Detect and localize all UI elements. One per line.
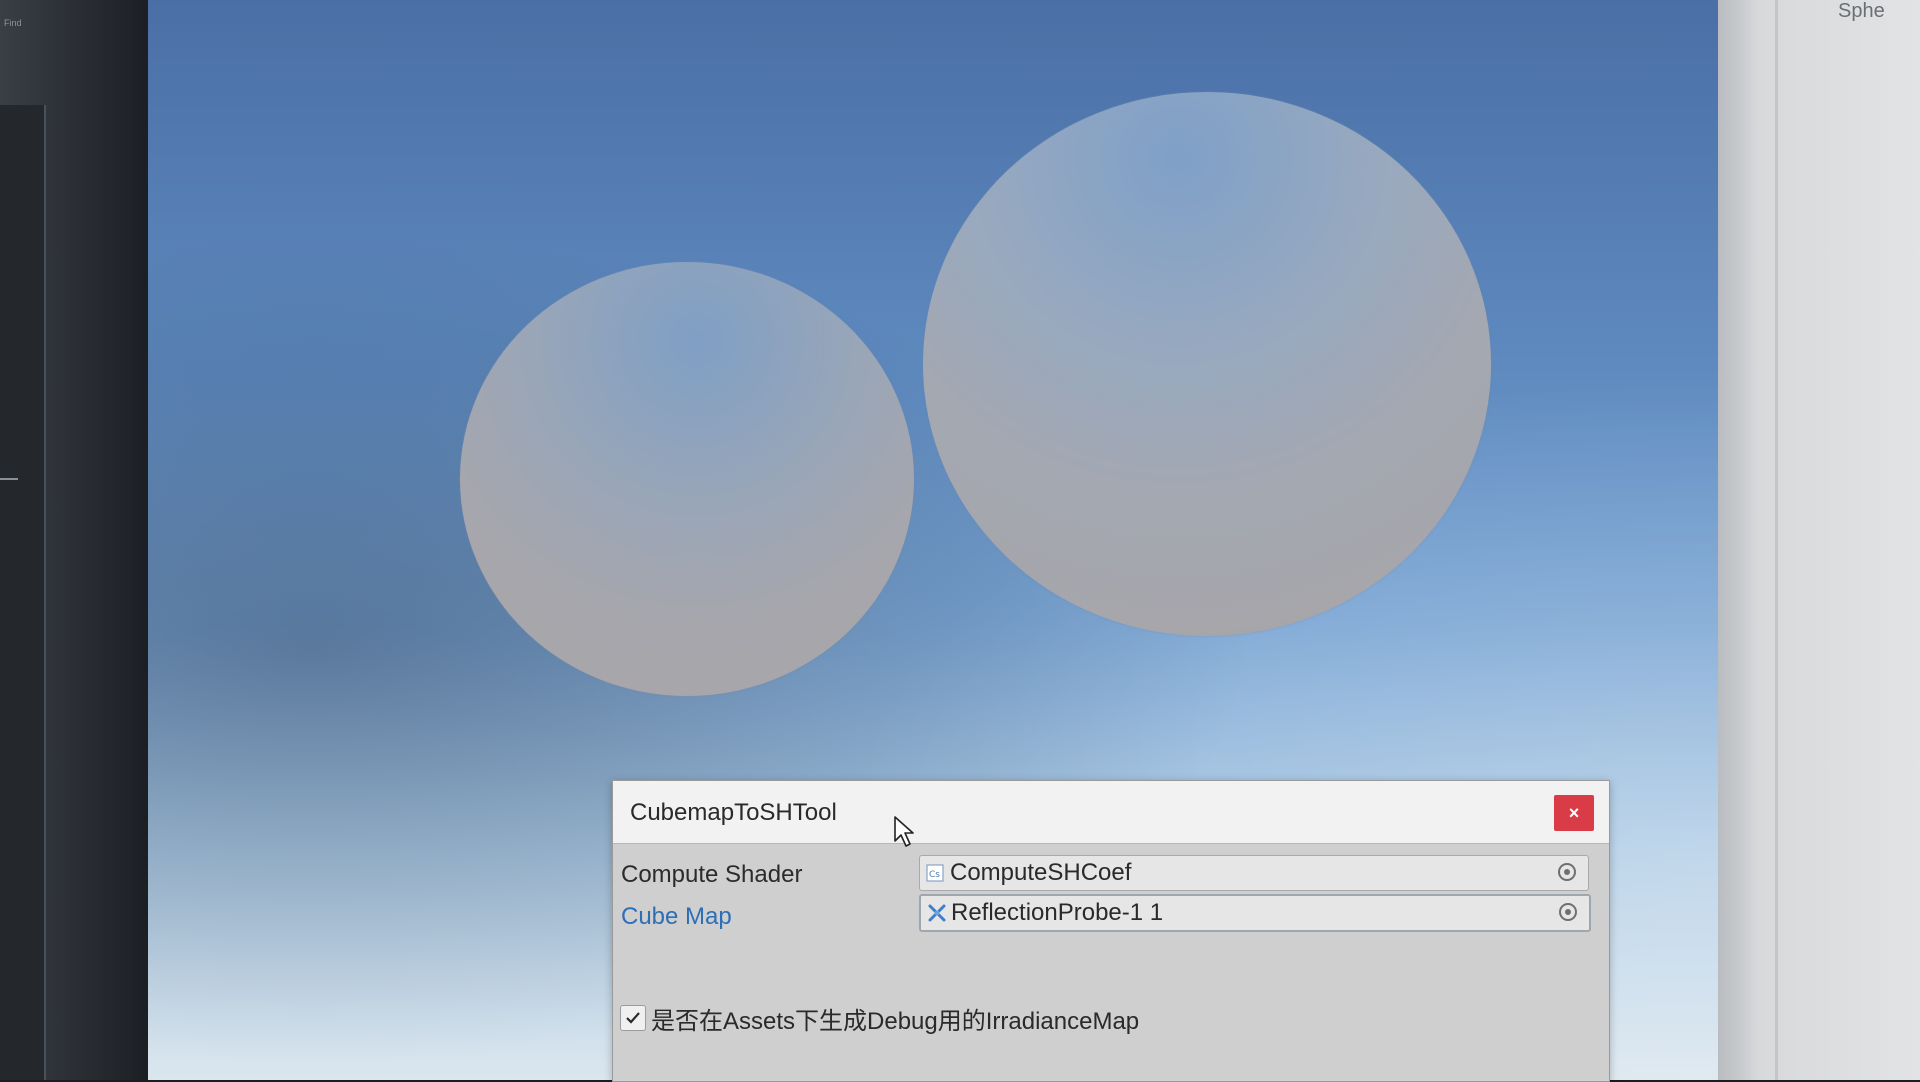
hierarchy-list <box>0 105 46 1080</box>
sphere-large[interactable] <box>923 92 1491 636</box>
close-button[interactable]: × <box>1554 795 1594 831</box>
svg-text:Cs: Cs <box>929 870 940 880</box>
generate-debug-map-checkbox[interactable] <box>620 1005 646 1031</box>
object-picker-icon[interactable] <box>1559 903 1577 921</box>
inspector-header: Sphe <box>1838 0 1885 22</box>
close-icon: × <box>1568 802 1580 823</box>
generate-debug-map-label: 是否在Assets下生成Debug用的IrradianceMap <box>651 1008 1140 1035</box>
inspector-divider[interactable] <box>1775 0 1778 1080</box>
compute-shader-label: Compute Shader <box>621 861 803 888</box>
checkmark-icon <box>626 1012 640 1024</box>
cubemap-to-sh-tool-window: CubemapToSHTool × Compute Shader Cs Comp… <box>612 780 1610 1082</box>
window-title: CubemapToSHTool <box>630 799 837 826</box>
inspector-panel <box>1718 0 1920 1080</box>
compute-shader-value: ComputeSHCoef <box>950 859 1132 886</box>
cubemap-icon <box>928 904 946 922</box>
compute-shader-field[interactable]: Cs ComputeSHCoef <box>919 855 1589 891</box>
object-picker-icon[interactable] <box>1558 863 1576 881</box>
panel-splitter[interactable] <box>0 478 18 480</box>
compute-shader-icon: Cs <box>926 864 944 882</box>
mouse-cursor-icon <box>894 816 914 847</box>
window-titlebar[interactable]: CubemapToSHTool × <box>613 781 1609 844</box>
hierarchy-label: Find <box>4 18 22 28</box>
sphere-small[interactable] <box>460 262 914 696</box>
cube-map-value: ReflectionProbe-1 1 <box>951 899 1164 926</box>
cube-map-field[interactable]: ReflectionProbe-1 1 <box>919 894 1591 932</box>
cube-map-label: Cube Map <box>621 903 732 930</box>
